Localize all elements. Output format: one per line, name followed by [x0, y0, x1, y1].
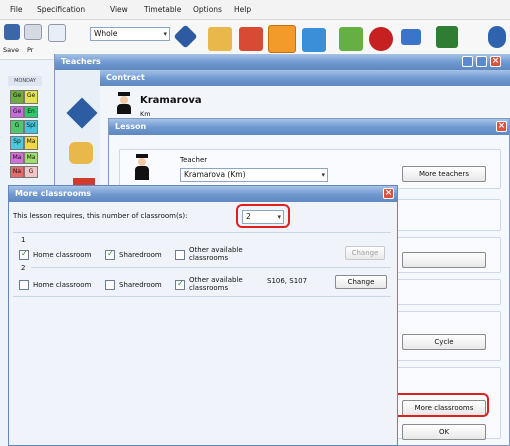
view-combo-value: Whole: [94, 29, 118, 38]
chevron-down-icon: ▾: [163, 30, 167, 38]
teachers-icon[interactable]: [268, 25, 296, 53]
group-1-change-button[interactable]: Change: [345, 246, 385, 260]
menu-options[interactable]: Options: [193, 5, 222, 14]
close-icon[interactable]: ×: [490, 56, 501, 67]
more-teachers-button[interactable]: More teachers: [402, 166, 486, 182]
more-classrooms-dialog: More classrooms × This lesson requires, …: [8, 185, 398, 446]
tt-cell: Spl: [24, 120, 38, 134]
group-1-home-checkbox[interactable]: ✓: [19, 249, 29, 260]
maximize-icon[interactable]: [476, 56, 487, 67]
group-1-home-label: Home classroom: [33, 251, 92, 259]
chevron-down-icon: ▾: [321, 171, 325, 179]
minimize-icon[interactable]: [462, 56, 473, 67]
teacher-combo[interactable]: Kramarova (Km) ▾: [180, 168, 328, 182]
group-2-change-button[interactable]: Change: [335, 275, 387, 289]
save-label: Save: [3, 46, 19, 54]
lesson-side-button[interactable]: [402, 252, 486, 268]
view-combo[interactable]: Whole ▾: [90, 27, 170, 41]
teacher-group: Teacher Kramarova (Km) ▾ More teachers: [119, 149, 501, 189]
menu-help[interactable]: Help: [234, 5, 251, 14]
menu-timetable[interactable]: Timetable: [144, 5, 181, 14]
print-timetable-icon[interactable]: [339, 27, 363, 51]
group-1-index: 1: [21, 236, 26, 244]
tt-cell: Ge: [10, 90, 24, 104]
group-2-home-checkbox[interactable]: [19, 280, 29, 290]
tt-cell: Ma: [10, 152, 24, 164]
menu-file[interactable]: File: [10, 5, 23, 14]
tt-cell: Na: [10, 166, 24, 178]
classrooms-icon[interactable]: [239, 27, 263, 51]
subject-icon[interactable]: [66, 97, 98, 129]
day-header: MONDAY: [8, 76, 42, 86]
tt-cell: G: [24, 166, 38, 178]
divider: [13, 296, 391, 297]
tt-cell: Ge: [24, 90, 38, 104]
menu-bar: File Specification View Timetable Option…: [0, 0, 510, 20]
teacher-short: Km: [140, 110, 151, 118]
teacher-name: Kramarova: [140, 95, 202, 106]
print-preview-icon[interactable]: [48, 24, 66, 42]
lessons-icon[interactable]: [302, 28, 326, 52]
subject-icon[interactable]: [173, 24, 198, 49]
menu-view[interactable]: View: [110, 5, 128, 14]
teacher-avatar: [134, 154, 150, 180]
close-icon[interactable]: ×: [383, 188, 394, 199]
print-label: Pr: [27, 46, 34, 54]
more-classrooms-title: More classrooms: [9, 186, 397, 202]
tools-icon[interactable]: [401, 29, 421, 45]
classes-icon[interactable]: [208, 27, 232, 51]
group-2-index: 2: [21, 264, 26, 272]
teacher-combo-value: Kramarova (Km): [184, 170, 246, 179]
print-icon[interactable]: [24, 24, 42, 40]
more-classrooms-highlight: [385, 393, 489, 417]
close-icon[interactable]: ×: [496, 121, 507, 132]
contract-title: Contract: [100, 70, 510, 86]
tt-cell: Ma: [24, 136, 38, 150]
group-2-home-label: Home classroom: [33, 281, 92, 289]
board-icon[interactable]: [436, 26, 458, 48]
menu-specification[interactable]: Specification: [37, 5, 85, 14]
tt-cell: En: [24, 106, 38, 118]
lesson-title: Lesson: [109, 119, 509, 135]
classroom-count-highlight: [236, 204, 290, 228]
cycle-button[interactable]: Cycle: [402, 334, 486, 350]
divider: [31, 267, 391, 268]
group-2-other-label: Other available classrooms: [189, 276, 243, 292]
requires-label: This lesson requires, this number of cla…: [13, 212, 188, 220]
group-2-other-checkbox[interactable]: ✓: [175, 279, 185, 290]
group-2-shared-label: Sharedroom: [119, 281, 162, 289]
group-1-shared-label: Sharedroom: [119, 251, 162, 259]
group-2-shared-checkbox[interactable]: [105, 280, 115, 290]
help-icon[interactable]: [488, 26, 506, 48]
group-1-shared-checkbox[interactable]: ✓: [105, 249, 115, 260]
ok-button[interactable]: OK: [402, 424, 486, 440]
group-1-other-checkbox[interactable]: [175, 250, 185, 260]
group-2-rooms: S106, S107: [267, 277, 308, 285]
stop-icon[interactable]: [369, 27, 393, 51]
tt-cell: Sp: [10, 136, 24, 150]
tt-cell: G: [10, 120, 24, 134]
teachers-title: Teachers: [55, 54, 510, 70]
tt-cell: Ma: [24, 152, 38, 164]
classes-icon[interactable]: [69, 142, 93, 164]
divider: [13, 232, 391, 233]
group-1-other-label: Other available classrooms: [189, 246, 243, 262]
tt-cell: Ge: [10, 106, 24, 118]
teacher-label: Teacher: [180, 156, 208, 164]
save-icon[interactable]: [4, 24, 20, 40]
teacher-avatar: [116, 92, 132, 114]
